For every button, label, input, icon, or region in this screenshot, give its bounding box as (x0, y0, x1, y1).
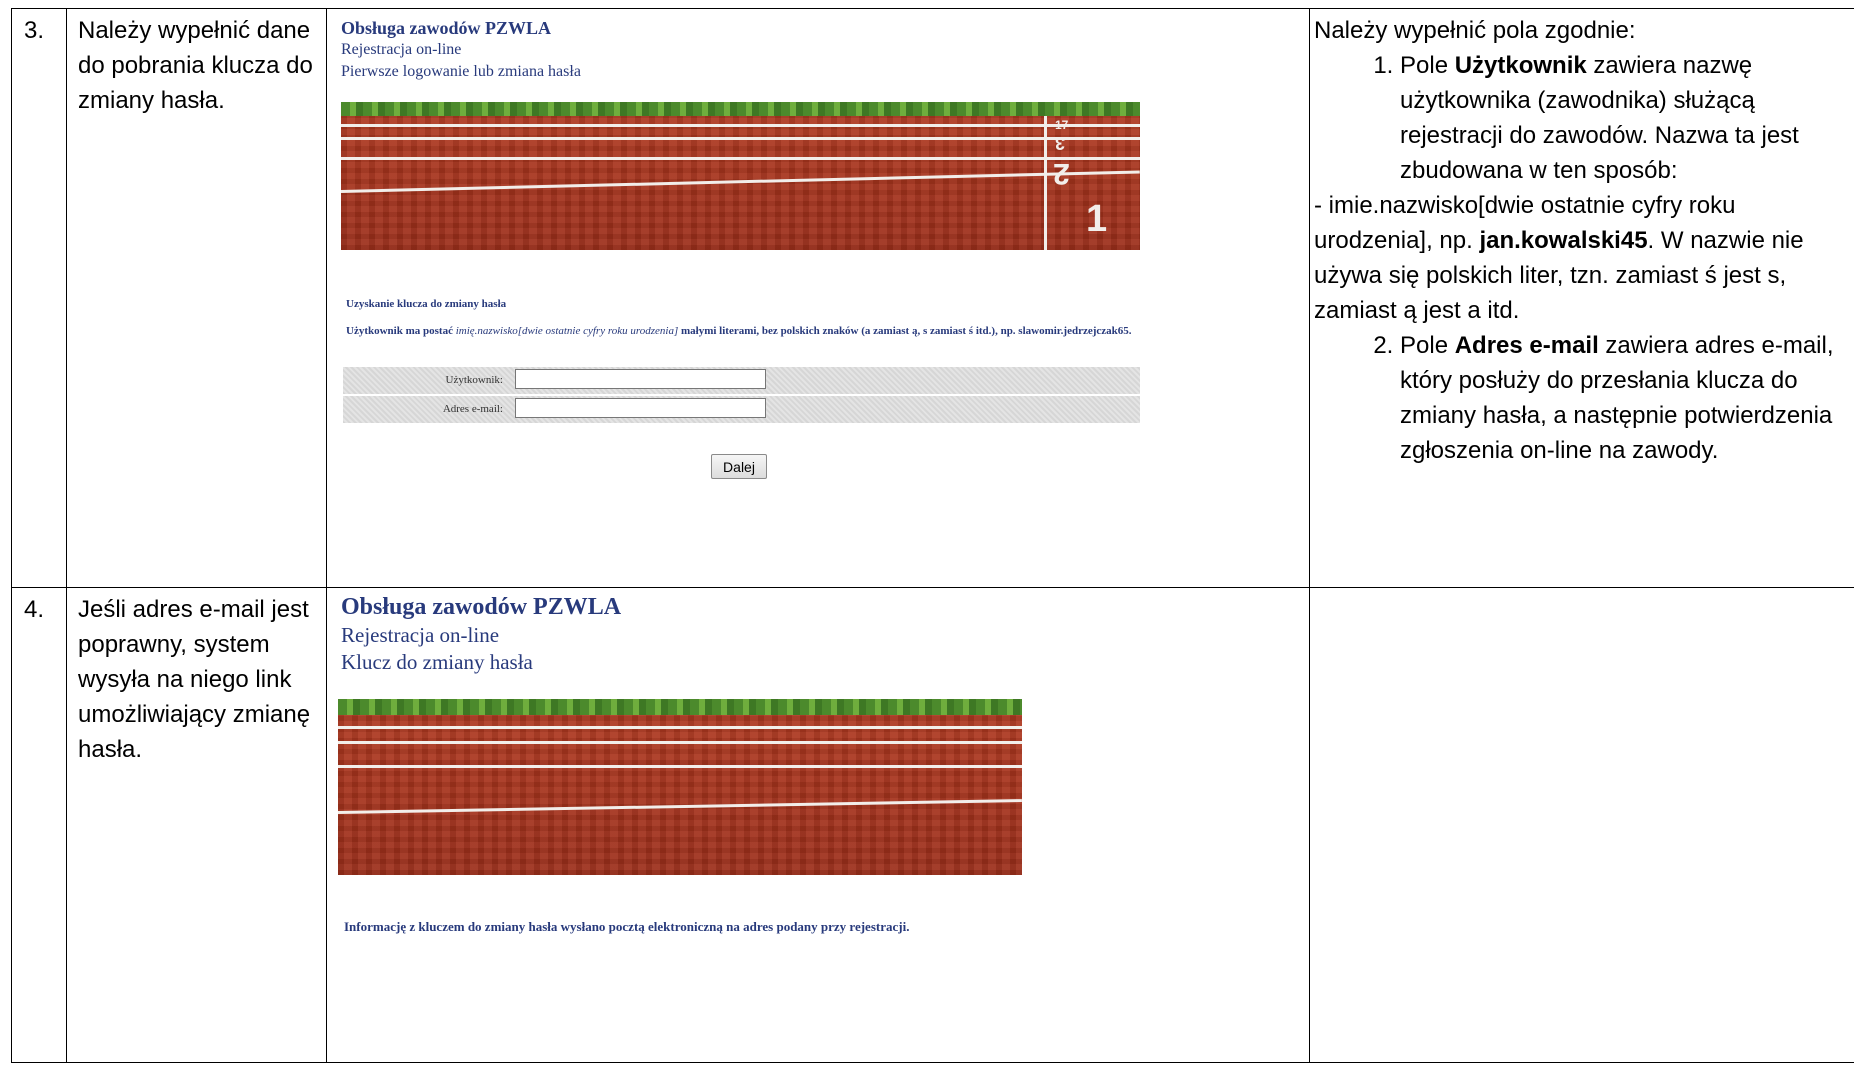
lane-line (341, 137, 1140, 140)
notes-list: Pole Użytkownik zawiera nazwę użytkownik… (1314, 48, 1854, 188)
instruction-table: 3. Należy wypełnić dane do pobrania kluc… (11, 8, 1854, 1063)
lane-line (338, 799, 1022, 814)
screenshot-form: Obsługa zawodów PZWLA Rejestracja on-lin… (327, 9, 1309, 587)
user-label: Użytkownik: (445, 374, 503, 386)
form-row-email: Adres e-mail: (343, 396, 1140, 423)
grass-strip (338, 699, 1022, 715)
item1-prefix: Pole (1400, 52, 1455, 79)
step-number-cell: 3. (11, 8, 67, 588)
notes-item: Pole Użytkownik zawiera nazwę użytkownik… (1400, 48, 1854, 188)
lane-number: 3 (1055, 133, 1066, 153)
notes-intro: Należy wypełnić pola zgodnie: (1314, 17, 1636, 44)
user-input[interactable] (515, 369, 766, 389)
notes-list: Pole Adres e-mail zawiera adres e-mail, … (1314, 328, 1854, 468)
lane-line (338, 741, 1022, 744)
notes-text: Należy wypełnić pola zgodnie: Pole Użytk… (1310, 9, 1854, 468)
instruction-prefix: Użytkownik ma postać (346, 325, 456, 337)
lane-number: 1 (1086, 198, 1108, 240)
item2-bold: Adres e-mail (1454, 332, 1599, 359)
lane-line (338, 765, 1022, 768)
step-description-cell: Należy wypełnić dane do pobrania klucza … (66, 8, 327, 588)
step-description-cell: Jeśli adres e-mail jest poprawny, system… (66, 587, 327, 1063)
screenshot-cell: Obsługa zawodów PZWLA Rejestracja on-lin… (326, 8, 1310, 588)
start-line (1044, 116, 1047, 250)
email-input[interactable] (515, 398, 766, 418)
table-row: 4. Jeśli adres e-mail jest poprawny, sys… (11, 587, 1854, 1063)
notes-item: Pole Adres e-mail zawiera adres e-mail, … (1400, 328, 1854, 468)
step-description: Jeśli adres e-mail jest poprawny, system… (78, 596, 311, 763)
table-row: 3. Należy wypełnić dane do pobrania kluc… (11, 8, 1854, 588)
email-label: Adres e-mail: (442, 403, 503, 415)
instruction-format: imię.nazwisko[dwie ostatnie cyfry roku u… (455, 325, 679, 337)
step-number: 4. (24, 596, 45, 623)
step-number-cell: 4. (11, 587, 67, 1063)
lane-line (341, 124, 1140, 127)
page-title: Obsługa zawodów PZWLA (341, 18, 552, 38)
step-description: Należy wypełnić dane do pobrania klucza … (78, 17, 313, 114)
para-bold: jan.kowalski45 (1479, 227, 1648, 254)
step-number: 3. (24, 17, 45, 44)
page-subtitle: Rejestracja on-line (341, 623, 500, 647)
page-name: Klucz do zmiany hasła (341, 650, 533, 674)
track-banner: 17 3 2 1 (341, 102, 1140, 250)
page-name: Pierwsze logowanie lub zmiana hasła (341, 63, 581, 80)
confirmation-message: Informację z kluczem do zmiany hasła wys… (344, 919, 910, 934)
screenshot-cell: Obsługa zawodów PZWLA Rejestracja on-lin… (326, 587, 1310, 1063)
notes-paragraph: - imie.nazwisko[dwie ostatnie cyfry roku… (1314, 188, 1854, 328)
track-banner (338, 699, 1022, 875)
instruction-suffix: małymi literami, bez polskich znaków (a … (678, 325, 1132, 337)
form-area: Użytkownik: Adres e-mail: (343, 367, 1140, 425)
next-button[interactable]: Dalej (711, 454, 767, 479)
lane-line (341, 157, 1140, 160)
grass-strip (341, 102, 1140, 116)
lane-line (341, 170, 1140, 193)
section-heading: Uzyskanie klucza do zmiany hasła (346, 298, 507, 310)
lane-number: 17 (1055, 118, 1069, 132)
notes-text (1310, 588, 1854, 592)
lane-number: 2 (1053, 157, 1070, 190)
item1-bold: Użytkownik (1454, 52, 1587, 79)
screenshot-confirmation: Obsługa zawodów PZWLA Rejestracja on-lin… (327, 588, 1309, 1062)
lane-line (338, 726, 1022, 729)
page-title: Obsługa zawodów PZWLA (341, 594, 622, 620)
item2-prefix: Pole (1400, 332, 1455, 359)
form-row-user: Użytkownik: (343, 367, 1140, 394)
notes-cell (1309, 587, 1854, 1063)
notes-cell: Należy wypełnić pola zgodnie: Pole Użytk… (1309, 8, 1854, 588)
instruction-text: Użytkownik ma postać imię.nazwisko[dwie … (346, 325, 1136, 338)
page-subtitle: Rejestracja on-line (341, 41, 462, 58)
